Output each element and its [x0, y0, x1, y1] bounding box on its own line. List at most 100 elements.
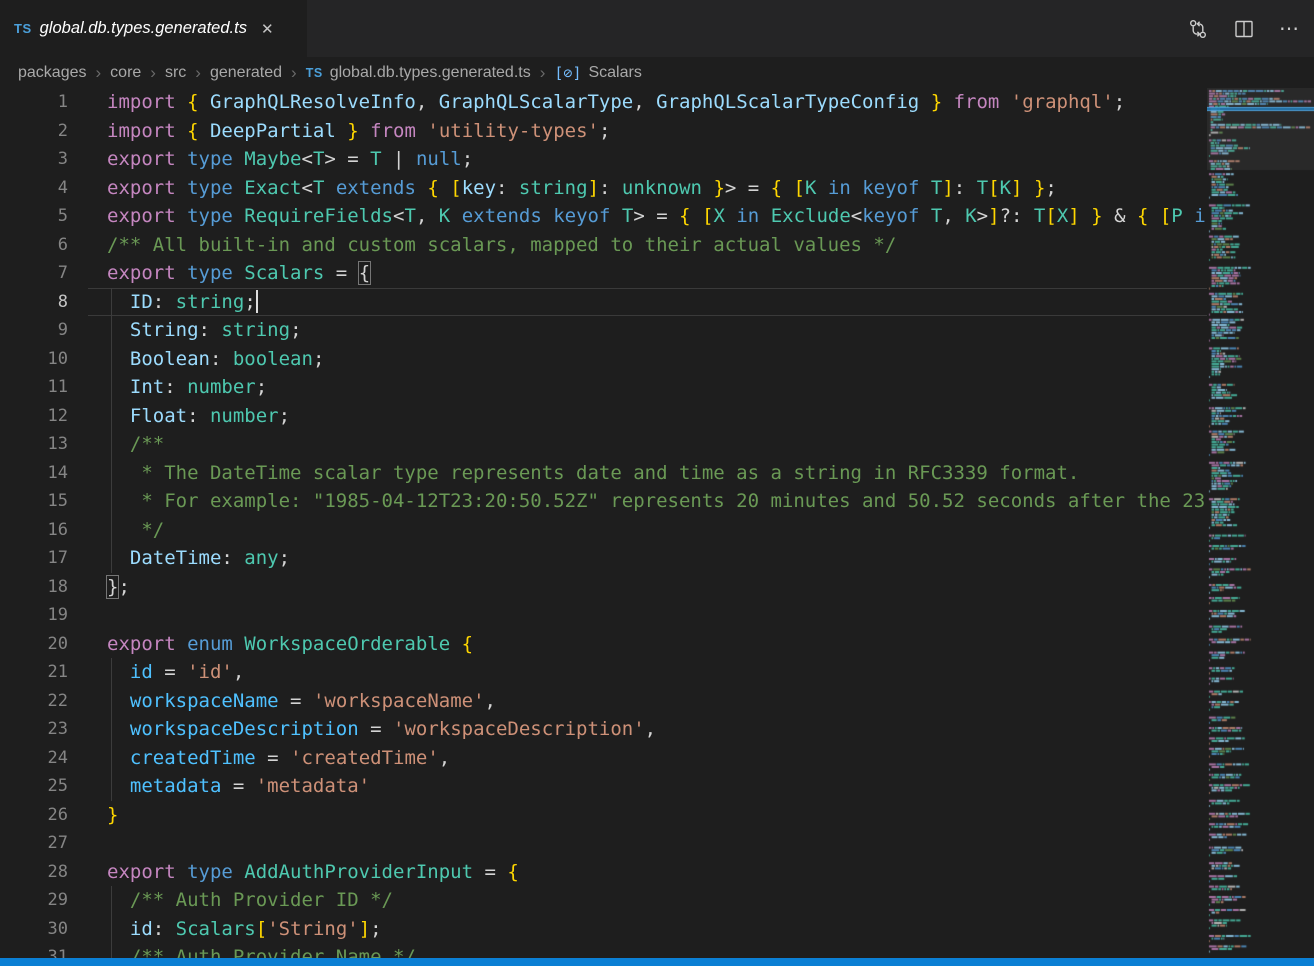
indent-guide — [111, 658, 112, 801]
tab-bar: TS global.db.types.generated.ts ✕ — [0, 0, 1314, 57]
code-line-content: export type Maybe<T> = T | null; — [88, 145, 1207, 174]
code-line[interactable]: 17 DateTime: any; — [0, 544, 1207, 573]
code-line[interactable]: 24 createdTime = 'createdTime', — [0, 744, 1207, 773]
code-line[interactable]: 28export type AddAuthProviderInput = { — [0, 858, 1207, 887]
line-number: 1 — [0, 88, 88, 117]
line-number: 31 — [0, 943, 88, 958]
code-line-content: * For example: "1985-04-12T23:20:50.52Z"… — [88, 487, 1207, 516]
chevron-right-icon: › — [150, 63, 156, 83]
line-number: 10 — [0, 345, 88, 374]
code-line[interactable]: 5export type RequireFields<T, K extends … — [0, 202, 1207, 231]
line-number: 8 — [0, 288, 88, 317]
code-line[interactable]: 29 /** Auth Provider ID */ — [0, 886, 1207, 915]
line-number: 20 — [0, 630, 88, 659]
code-editor[interactable]: 1import { GraphQLResolveInfo, GraphQLSca… — [0, 88, 1207, 958]
code-line[interactable]: 15 * For example: "1985-04-12T23:20:50.5… — [0, 487, 1207, 516]
code-line[interactable]: 30 id: Scalars['String']; — [0, 915, 1207, 944]
line-number: 23 — [0, 715, 88, 744]
line-number: 22 — [0, 687, 88, 716]
code-line[interactable]: 11 Int: number; — [0, 373, 1207, 402]
line-number: 3 — [0, 145, 88, 174]
split-editor-icon[interactable] — [1233, 18, 1255, 40]
line-number: 6 — [0, 231, 88, 260]
code-line[interactable]: 13 /** — [0, 430, 1207, 459]
line-number: 4 — [0, 174, 88, 203]
code-line-content: } — [88, 801, 1207, 830]
line-number: 29 — [0, 886, 88, 915]
minimap-canvas — [1207, 88, 1314, 958]
chevron-right-icon: › — [96, 63, 102, 83]
code-line-content — [88, 601, 1207, 630]
line-number: 24 — [0, 744, 88, 773]
code-line[interactable]: 31 /** Auth Provider Name */ — [0, 943, 1207, 958]
code-line[interactable]: 25 metadata = 'metadata' — [0, 772, 1207, 801]
close-tab-icon[interactable]: ✕ — [257, 18, 278, 40]
code-line-content: ID: string; — [88, 288, 1207, 317]
text-cursor — [256, 290, 258, 313]
code-line-content: Int: number; — [88, 373, 1207, 402]
code-line[interactable]: 2import { DeepPartial } from 'utility-ty… — [0, 117, 1207, 146]
vscode-window: TS global.db.types.generated.ts ✕ — [0, 0, 1314, 966]
line-number: 26 — [0, 801, 88, 830]
code-line-content: id: Scalars['String']; — [88, 915, 1207, 944]
code-line-content: import { DeepPartial } from 'utility-typ… — [88, 117, 1207, 146]
tab-global-db-types-generated[interactable]: TS global.db.types.generated.ts ✕ — [0, 0, 307, 57]
chevron-right-icon: › — [540, 63, 546, 83]
more-actions-icon[interactable]: ⋯ — [1279, 16, 1300, 41]
code-line[interactable]: 21 id = 'id', — [0, 658, 1207, 687]
code-line[interactable]: 26} — [0, 801, 1207, 830]
code-line[interactable]: 7export type Scalars = { — [0, 259, 1207, 288]
breadcrumb-item-file[interactable]: global.db.types.generated.ts — [330, 64, 531, 82]
breadcrumb-item-generated[interactable]: generated — [210, 64, 282, 82]
code-line-content: workspaceName = 'workspaceName', — [88, 687, 1207, 716]
code-line-content: DateTime: any; — [88, 544, 1207, 573]
line-number: 7 — [0, 259, 88, 288]
indent-guide — [111, 886, 112, 958]
code-line-content: /** All built-in and custom scalars, map… — [88, 231, 1207, 260]
chevron-right-icon: › — [195, 63, 201, 83]
code-line-content: /** Auth Provider ID */ — [88, 886, 1207, 915]
line-number: 2 — [0, 117, 88, 146]
indent-guide — [111, 288, 112, 573]
code-line-content: export type RequireFields<T, K extends k… — [88, 202, 1207, 231]
breadcrumb: packages›core›src›generated›TSglobal.db.… — [0, 57, 1314, 88]
line-number: 30 — [0, 915, 88, 944]
editor-actions: ⋯ — [1187, 0, 1314, 57]
code-line[interactable]: 16 */ — [0, 516, 1207, 545]
breadcrumb-item-core[interactable]: core — [110, 64, 141, 82]
code-line-content: Float: number; — [88, 402, 1207, 431]
minimap[interactable] — [1207, 88, 1314, 958]
code-line[interactable]: 4export type Exact<T extends { [key: str… — [0, 174, 1207, 203]
code-line[interactable]: 12 Float: number; — [0, 402, 1207, 431]
code-line-content: id = 'id', — [88, 658, 1207, 687]
code-line[interactable]: 8 ID: string; — [0, 288, 1207, 317]
line-number: 13 — [0, 430, 88, 459]
code-line[interactable]: 18}; — [0, 573, 1207, 602]
code-line[interactable]: 19 — [0, 601, 1207, 630]
line-number: 28 — [0, 858, 88, 887]
line-number: 12 — [0, 402, 88, 431]
breadcrumb-item-src[interactable]: src — [165, 64, 186, 82]
code-line[interactable]: 20export enum WorkspaceOrderable { — [0, 630, 1207, 659]
code-line[interactable]: 10 Boolean: boolean; — [0, 345, 1207, 374]
line-number: 18 — [0, 573, 88, 602]
type-symbol-icon: [⊘] — [554, 64, 581, 82]
code-line[interactable]: 27 — [0, 829, 1207, 858]
code-line[interactable]: 22 workspaceName = 'workspaceName', — [0, 687, 1207, 716]
breadcrumb-item-packages[interactable]: packages — [18, 64, 87, 82]
chevron-right-icon: › — [291, 63, 297, 83]
line-number: 17 — [0, 544, 88, 573]
code-line-content: String: string; — [88, 316, 1207, 345]
code-line-content: /** Auth Provider Name */ — [88, 943, 1207, 958]
code-line[interactable]: 6/** All built-in and custom scalars, ma… — [0, 231, 1207, 260]
code-line[interactable]: 3export type Maybe<T> = T | null; — [0, 145, 1207, 174]
code-line-content: export type Exact<T extends { [key: stri… — [88, 174, 1207, 203]
code-line-content: workspaceDescription = 'workspaceDescrip… — [88, 715, 1207, 744]
breadcrumb-item-symbol[interactable]: Scalars — [588, 64, 641, 82]
code-line-content — [88, 829, 1207, 858]
open-changes-icon[interactable] — [1187, 18, 1209, 40]
code-line[interactable]: 1import { GraphQLResolveInfo, GraphQLSca… — [0, 88, 1207, 117]
code-line[interactable]: 23 workspaceDescription = 'workspaceDesc… — [0, 715, 1207, 744]
code-line[interactable]: 14 * The DateTime scalar type represents… — [0, 459, 1207, 488]
code-line[interactable]: 9 String: string; — [0, 316, 1207, 345]
